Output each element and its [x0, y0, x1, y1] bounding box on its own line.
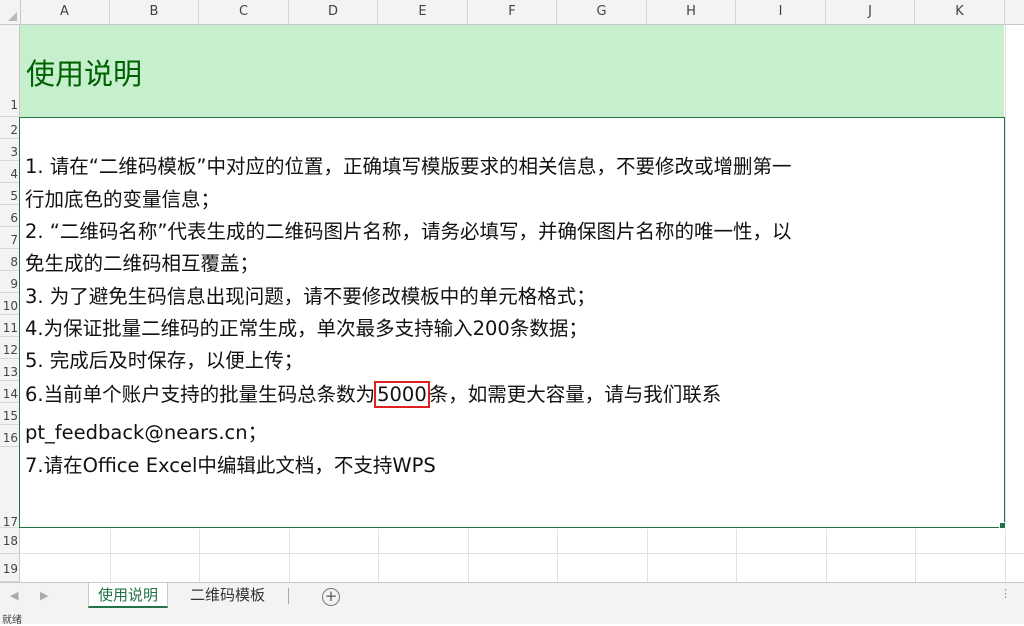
title-cell[interactable]: 使用说明 — [20, 25, 1004, 117]
column-header-e[interactable]: E — [378, 0, 468, 24]
row-header-5[interactable]: 5 — [0, 183, 20, 205]
row-header-17[interactable]: 17 — [0, 447, 20, 528]
gridline — [20, 553, 1024, 554]
column-header-d[interactable]: D — [289, 0, 378, 24]
column-header-c[interactable]: C — [199, 0, 289, 24]
instructions-cell[interactable]: 1. 请在“二维码模板”中对应的位置，正确填写模版要求的相关信息，不要修改或增删… — [19, 117, 1005, 528]
gridline — [378, 529, 379, 582]
instruction-line-8-suffix: 条，如需更大容量，请与我们联系 — [428, 383, 722, 406]
column-header-a[interactable]: A — [20, 0, 110, 24]
gridline — [110, 529, 111, 582]
row-header-11[interactable]: 11 — [0, 315, 20, 337]
sheet-tab-bar: ◀ ▶ 使用说明 二维码模板 + ⋮ — [0, 582, 1024, 611]
tab-separator — [288, 588, 289, 604]
tab-qr-template[interactable]: 二维码模板 — [181, 583, 274, 608]
spreadsheet-grid[interactable]: A B C D E F G H I J K 1 2 3 4 5 6 7 8 9 … — [0, 0, 1024, 582]
row-header-9[interactable]: 9 — [0, 271, 20, 293]
gridline — [468, 529, 469, 582]
page-title: 使用说明 — [26, 57, 143, 91]
row-header-16[interactable]: 16 — [0, 425, 20, 447]
instruction-line-9: pt_feedback@nears.cn； — [25, 421, 268, 444]
more-options-icon[interactable]: ⋮ — [1000, 587, 1011, 600]
gridline — [647, 529, 648, 582]
instruction-line-5: 3. 为了避免生码信息出现问题，请不要修改模板中的单元格格式； — [25, 285, 596, 308]
row-header-2[interactable]: 2 — [0, 117, 20, 139]
gridline — [736, 529, 737, 582]
scroll-right-icon[interactable]: ▶ — [40, 589, 48, 602]
gridline — [557, 529, 558, 582]
add-sheet-button[interactable]: + — [322, 588, 340, 606]
row-header-4[interactable]: 4 — [0, 161, 20, 183]
column-header-b[interactable]: B — [110, 0, 199, 24]
gridline — [826, 529, 827, 582]
gridline — [199, 529, 200, 582]
instruction-line-4: 免生成的二维码相互覆盖； — [25, 252, 260, 275]
row-header-7[interactable]: 7 — [0, 227, 20, 249]
column-header-k[interactable]: K — [915, 0, 1005, 24]
column-header-i[interactable]: I — [736, 0, 826, 24]
gridline — [915, 529, 916, 582]
instruction-line-10: 7.请在Office Excel中编辑此文档，不支持WPS — [25, 454, 436, 477]
row-header-19[interactable]: 19 — [0, 554, 20, 582]
instruction-line-6: 4.为保证批量二维码的正常生成，单次最多支持输入200条数据； — [25, 317, 588, 340]
instruction-line-3: 2. “二维码名称”代表生成的二维码图片名称，请务必填写，并确保图片名称的唯一性… — [25, 220, 792, 243]
row-header-8[interactable]: 8 — [0, 249, 20, 271]
row-header-15[interactable]: 15 — [0, 403, 20, 425]
gridline — [289, 529, 290, 582]
row-header-18[interactable]: 18 — [0, 528, 20, 554]
instruction-line-7: 5. 完成后及时保存，以便上传； — [25, 349, 304, 372]
column-header-j[interactable]: J — [826, 0, 915, 24]
tab-instructions[interactable]: 使用说明 — [88, 583, 169, 608]
column-header-bar: A B C D E F G H I J K — [0, 0, 1024, 25]
row-header-12[interactable]: 12 — [0, 337, 20, 359]
instruction-line-1: 1. 请在“二维码模板”中对应的位置，正确填写模版要求的相关信息，不要修改或增删… — [25, 155, 792, 178]
instruction-line-2: 行加底色的变量信息； — [25, 188, 221, 211]
status-bar: 就绪 — [0, 610, 1024, 626]
row-header-13[interactable]: 13 — [0, 359, 20, 381]
gridline — [1005, 25, 1006, 582]
fill-handle[interactable] — [999, 522, 1006, 529]
column-header-g[interactable]: G — [557, 0, 647, 24]
scroll-left-icon[interactable]: ◀ — [10, 589, 18, 602]
instruction-line-8: 6.当前单个账户支持的批量生码总条数为 5000 条，如需更大容量，请与我们联系 — [25, 381, 722, 408]
row-header-6[interactable]: 6 — [0, 205, 20, 227]
row-header-3[interactable]: 3 — [0, 139, 20, 161]
select-all-corner[interactable] — [0, 0, 21, 24]
column-header-h[interactable]: H — [647, 0, 736, 24]
row-header-10[interactable]: 10 — [0, 293, 20, 315]
column-header-f[interactable]: F — [468, 0, 557, 24]
row-header-1[interactable]: 1 — [0, 25, 20, 117]
instruction-line-8-prefix: 6.当前单个账户支持的批量生码总条数为 — [25, 383, 376, 406]
highlighted-quota-value: 5000 — [374, 381, 430, 408]
row-header-14[interactable]: 14 — [0, 381, 20, 403]
